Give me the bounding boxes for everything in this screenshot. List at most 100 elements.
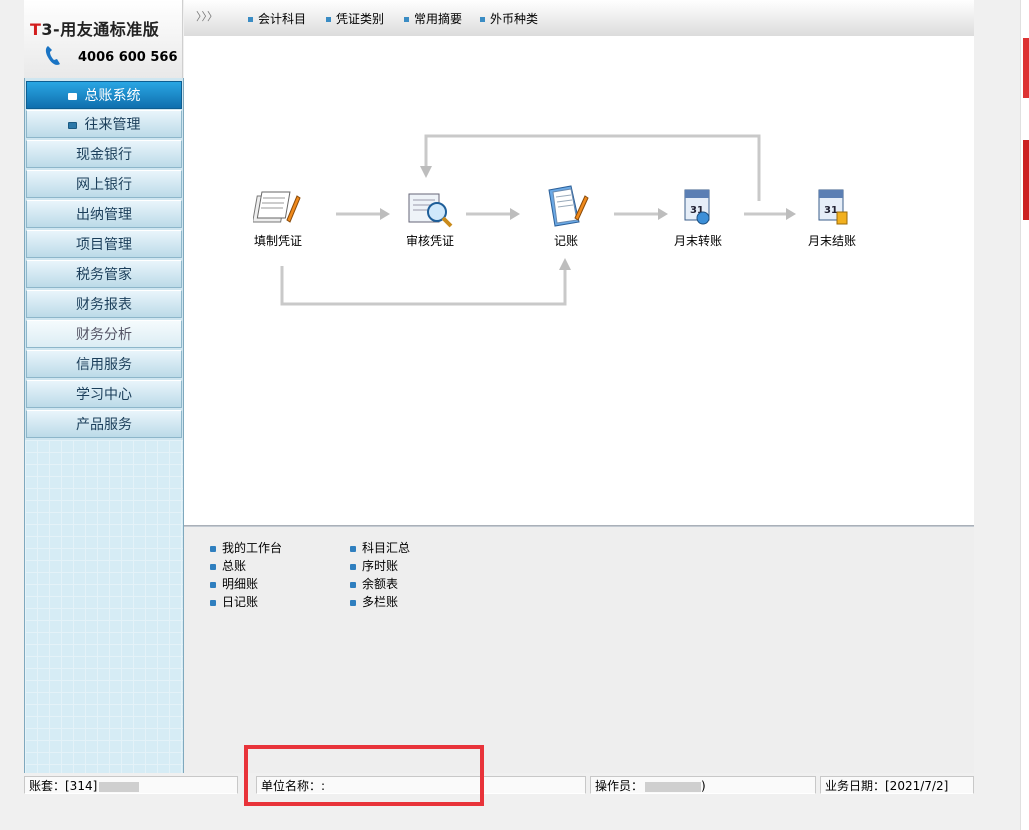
link-label: 日记账 [222,595,259,609]
sidebar-item-label: 往来管理 [84,117,141,133]
link-subject-summary[interactable]: 科目汇总 [350,539,410,556]
status-date-text: 业务日期：[2021/7/2] [825,779,949,793]
bullet-icon [350,599,356,606]
top-toolbar: 〉〉〉 会计科目 凭证类别 常用摘要 外币种类 [184,0,974,37]
flow-node-fill-voucher[interactable]: 填制凭证 [246,186,310,249]
link-label: 会计科目 [258,12,307,26]
flow-node-month-end-close[interactable]: 31 月末结账 [800,184,864,249]
month-end-close-icon: 31 [818,189,848,225]
bullet-icon [326,17,331,22]
sidebar-item-label: 项目管理 [76,237,132,253]
status-account: 账套：[314] [24,776,238,794]
status-business-date: 业务日期：[2021/7/2] [820,776,974,794]
sidebar-item-receivables[interactable]: 往来管理 [26,110,182,138]
link-general-ledger[interactable]: 总账 [210,557,246,574]
sidebar-item-label: 学习中心 [76,387,132,403]
sidebar-item-general-ledger[interactable]: 总账系统 [26,81,182,109]
sidebar-item-label: 财务分析 [76,327,132,343]
link-my-workbench[interactable]: 我的工作台 [210,539,282,556]
expand-arrows-icon[interactable]: 〉〉〉 [196,8,218,24]
sidebar-item-analysis[interactable]: 财务分析 [26,320,182,348]
link-label: 序时账 [362,559,399,573]
collapse-icon [67,92,77,100]
flow-node-bookkeeping[interactable]: 记账 [534,182,598,249]
fill-voucher-icon [253,191,301,223]
flow-node-label: 填制凭证 [253,234,302,248]
background-red-element [1023,38,1029,98]
audit-voucher-icon [408,193,453,228]
phone-icon [45,46,60,65]
highlight-box [244,745,484,806]
link-label: 常用摘要 [414,12,463,26]
bullet-icon [350,545,356,552]
sidebar-pattern [25,440,183,773]
flow-node-month-end-transfer[interactable]: 31 月末转账 [666,184,730,249]
link-currency-types[interactable]: 外币种类 [480,10,538,27]
link-common-summary[interactable]: 常用摘要 [404,10,462,27]
bookkeeping-icon [548,185,589,227]
flow-node-label: 记账 [553,234,578,248]
redacted-block [99,781,140,792]
link-label: 科目汇总 [362,541,411,555]
bullet-icon [248,17,253,22]
link-multi-column-ledger[interactable]: 多栏账 [350,593,398,610]
sidebar-item-learning[interactable]: 学习中心 [26,380,182,408]
status-bar: 账套：[314] 单位名称：: 操作员：) 业务日期：[2021/7/2] [24,776,974,796]
link-detail-ledger[interactable]: 明细账 [210,575,258,592]
bullet-icon [350,563,356,570]
link-label: 余额表 [362,577,399,591]
link-label: 我的工作台 [222,541,283,555]
bullet-icon [210,599,216,606]
link-label: 外币种类 [490,12,539,26]
link-balance-sheet[interactable]: 余额表 [350,575,398,592]
brand-name: 3-用友通标准版 [41,20,160,39]
link-journal[interactable]: 日记账 [210,593,258,610]
sidebar-item-label: 网上银行 [76,177,132,193]
status-operator-text: 操作员： [595,779,644,793]
link-label: 总账 [222,559,247,573]
expand-icon [67,121,77,129]
link-label: 多栏账 [362,595,399,609]
bullet-icon [210,563,216,570]
bullet-icon [404,17,409,22]
sidebar-item-cash-bank[interactable]: 现金银行 [26,140,182,168]
background-window-edge [1020,0,1029,830]
sidebar-item-label: 信用服务 [76,357,132,373]
status-account-text: 账套：[314] [29,779,98,793]
link-account-subjects[interactable]: 会计科目 [248,10,306,27]
flow-node-label: 月末转账 [673,234,722,248]
redacted-block [645,781,702,792]
svg-text:31: 31 [824,205,838,216]
sidebar-item-online-bank[interactable]: 网上银行 [26,170,182,198]
sidebar-item-tax[interactable]: 税务管家 [26,260,182,288]
sidebar-item-reports[interactable]: 财务报表 [26,290,182,318]
bullet-icon [480,17,485,22]
sidebar-item-credit[interactable]: 信用服务 [26,350,182,378]
flow-node-audit-voucher[interactable]: 审核凭证 [398,186,462,249]
status-operator: 操作员：) [590,776,816,794]
sidebar-item-label: 出纳管理 [76,207,132,223]
flow-node-label: 审核凭证 [405,234,454,248]
sidebar-item-projects[interactable]: 项目管理 [26,230,182,258]
sidebar-item-cashier[interactable]: 出纳管理 [26,200,182,228]
sidebar-item-products[interactable]: 产品服务 [26,410,182,438]
app-logo: T3-用友通标准版 4006 600 566 [24,0,183,78]
sidebar-item-label: 总账系统 [84,88,141,104]
link-voucher-types[interactable]: 凭证类别 [326,10,384,27]
quick-links-panel: 我的工作台 总账 明细账 日记账 科目汇总 序时账 余额表 多栏账 [184,527,974,773]
sidebar-item-label: 产品服务 [76,417,132,433]
workflow-panel: 填制凭证 审核凭证 记账 31 月末转账 31 月末结账 [184,36,974,525]
month-end-transfer-icon: 31 [684,189,710,225]
brand-t: T [30,20,42,39]
sidebar-item-label: 财务报表 [76,297,132,313]
bullet-icon [210,581,216,588]
link-chronological-ledger[interactable]: 序时账 [350,557,398,574]
brand-title: T3-用友通标准版 [30,16,159,40]
hotline-number: 4006 600 566 [78,50,178,65]
bullet-icon [210,545,216,552]
background-red-element [1023,140,1029,220]
link-label: 凭证类别 [336,12,385,26]
bullet-icon [350,581,356,588]
sidebar-item-label: 税务管家 [76,267,132,283]
status-operator-tail: ) [701,779,706,793]
